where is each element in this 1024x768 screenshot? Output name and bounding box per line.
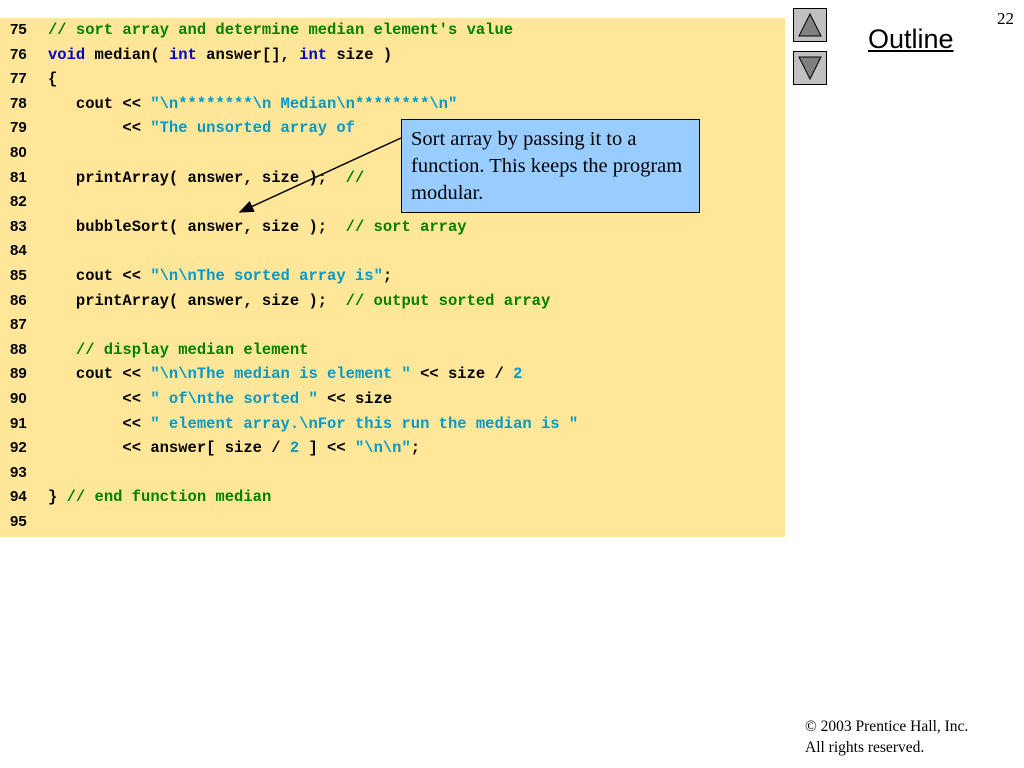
- callout-arrow: [238, 137, 402, 213]
- rights-line: All rights reserved.: [805, 739, 925, 756]
- callout-note: Sort array by passing it to a function. …: [401, 119, 700, 213]
- copyright-footer: © 2003 Prentice Hall, Inc. All rights re…: [805, 716, 968, 758]
- copyright-line: © 2003 Prentice Hall, Inc.: [805, 718, 969, 735]
